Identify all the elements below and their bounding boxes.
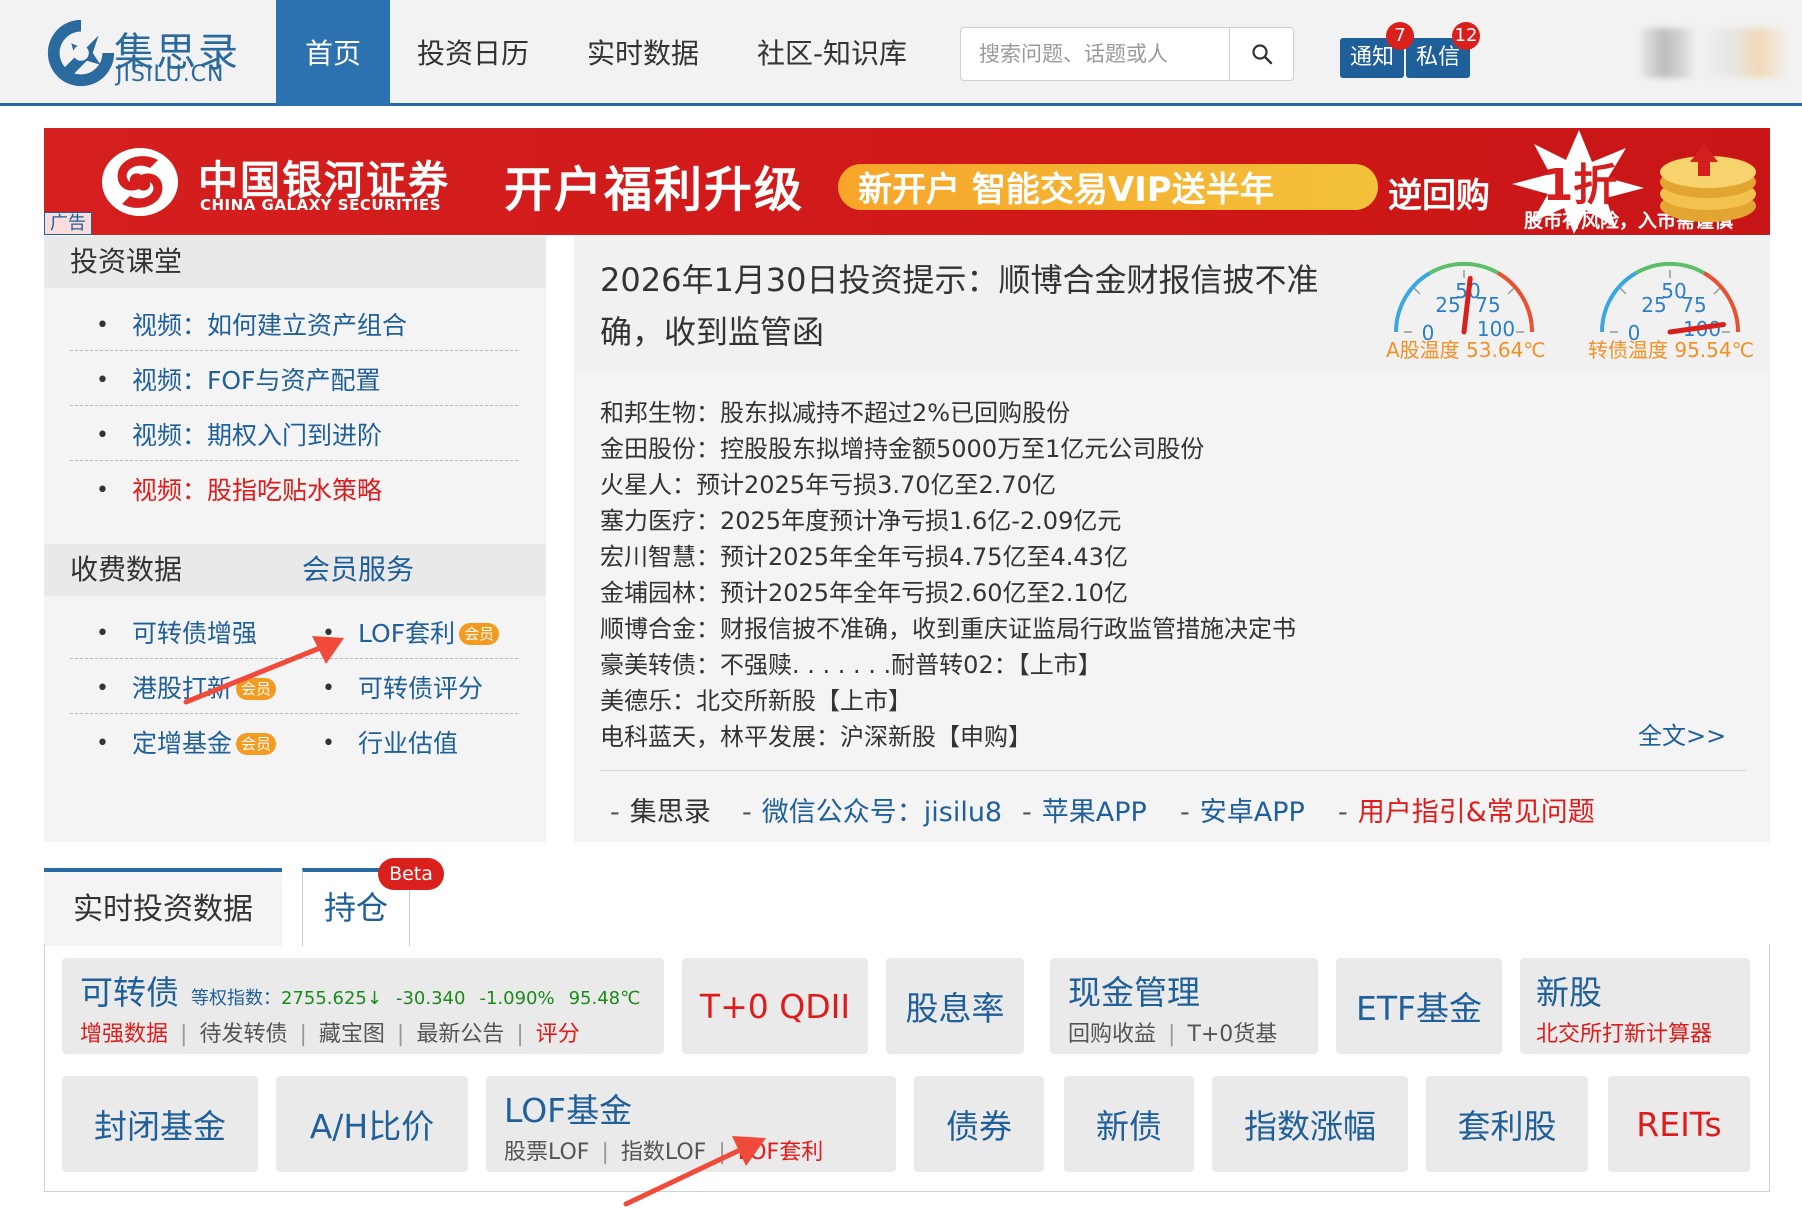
tip-title[interactable]: 2026年1月30日投资提示：顺博合金财报信披不准确，收到监管函 <box>600 254 1360 358</box>
jisilu-logo-icon[interactable] <box>42 14 120 92</box>
nav-home[interactable]: 首页 <box>276 0 390 106</box>
tile-bond[interactable]: 债券 <box>914 1076 1044 1172</box>
footer-link-jisilu[interactable]: - 集思录 <box>610 790 711 829</box>
fee-item-industry-valuation[interactable]: 行业估值 <box>322 714 458 774</box>
news-line[interactable]: 火星人：预计2025年亏损3.70亿至2.70亿 <box>600 465 1056 500</box>
search-button[interactable] <box>1229 28 1293 80</box>
annotation-arrow-icon <box>623 1136 766 1207</box>
lof-link-stock[interactable]: 股票LOF <box>504 1140 589 1165</box>
message-count-badge: 12 <box>1452 22 1480 50</box>
footer-link-wechat[interactable]: - 微信公众号：jisilu8 <box>742 790 1002 829</box>
nav-community-kb[interactable]: 社区-知识库 <box>744 0 920 106</box>
tile-new-bond[interactable]: 新债 <box>1064 1076 1194 1172</box>
tile-arbitrage-stock[interactable]: 套利股 <box>1426 1076 1588 1172</box>
annotation-arrow-icon <box>183 636 344 705</box>
tip-divider <box>600 770 1746 771</box>
cb-temperature-label[interactable]: 转债温度 95.54℃ <box>1588 334 1754 363</box>
banner-brand-en: CHINA GALAXY SECURITIES <box>200 196 441 214</box>
search-input[interactable] <box>961 28 1229 80</box>
left-sidebar: 投资课堂 视频：如何建立资产组合 视频：FOF与资产配置 视频：期权入门到进阶 … <box>44 236 546 842</box>
course-item[interactable]: 视频：FOF与资产配置 <box>70 351 518 411</box>
footer-link-ios-app[interactable]: - 苹果APP <box>1022 790 1147 829</box>
nav-investment-calendar[interactable]: 投资日历 <box>400 0 546 106</box>
tile-etf-fund[interactable]: ETF基金 <box>1336 958 1502 1054</box>
lof-title[interactable]: LOF基金 <box>504 1084 632 1132</box>
a-share-temperature-label[interactable]: A股温度 53.64℃ <box>1386 334 1546 363</box>
cb-index-value: 2755.625↓ <box>281 988 382 1009</box>
course-item[interactable]: 视频：股指吃贴水策略 <box>70 461 518 521</box>
galaxy-securities-logo-icon <box>102 148 178 216</box>
banner-slogan: 开户福利升级 <box>504 162 805 218</box>
cb-title[interactable]: 可转债 <box>80 973 179 1012</box>
gauge-tick: 75 <box>1681 293 1706 317</box>
tile-dividend-yield[interactable]: 股息率 <box>886 958 1024 1054</box>
tab-realtime-data[interactable]: 实时投资数据 <box>44 868 282 946</box>
banner-pill-text: 新开户 智能交易VIP送半年 <box>858 170 1274 210</box>
search-box <box>960 27 1294 81</box>
cb-link-enhanced[interactable]: 增强数据 <box>80 1022 168 1047</box>
course-item[interactable]: 视频：期权入门到进阶 <box>70 406 518 466</box>
cb-index-label: 等权指数： <box>191 988 281 1009</box>
banner-repo-text: 逆回购 <box>1388 176 1490 216</box>
cb-index-change: -30.340 <box>395 988 466 1009</box>
tile-index-change[interactable]: 指数涨幅 <box>1212 1076 1408 1172</box>
cash-link-repo[interactable]: 回购收益 <box>1068 1022 1156 1047</box>
user-avatar[interactable] <box>1640 28 1790 78</box>
ipo-bse-calculator[interactable]: 北交所打新计算器 <box>1536 1016 1712 1048</box>
tile-cash-management[interactable]: 现金管理 回购收益 | T+0货基 <box>1050 958 1318 1054</box>
tile-convertible-bond[interactable]: 可转债 等权指数：2755.625↓ -30.340 -1.090% 95.48℃ 增强… <box>62 958 664 1054</box>
tile-reits[interactable]: REITs <box>1608 1076 1750 1172</box>
news-line[interactable]: 金埔园林：预计2025年全年亏损2.60亿至2.10亿 <box>600 573 1128 608</box>
news-line[interactable]: 美德乐：北交所新股【上市】 <box>600 681 912 716</box>
ad-tag: 广告 <box>44 212 92 235</box>
tile-new-stock[interactable]: 新股 北交所打新计算器 <box>1520 958 1750 1054</box>
member-service-link[interactable]: 会员服务 <box>302 544 414 596</box>
cb-temperature: 95.48℃ <box>568 988 641 1009</box>
fee-data-section-title: 收费数据 <box>44 544 546 596</box>
ipo-title[interactable]: 新股 <box>1536 966 1602 1014</box>
cb-link-announcements[interactable]: 最新公告 <box>416 1022 504 1047</box>
a-share-temperature-gauge[interactable]: 0 25 50 75 100 <box>1384 248 1544 344</box>
news-line[interactable]: 电科蓝天，林平发展：沪深新股【申购】 <box>600 717 1032 752</box>
cb-link-rating[interactable]: 评分 <box>536 1022 580 1047</box>
tile-closed-fund[interactable]: 封闭基金 <box>62 1076 258 1172</box>
gold-coins-icon <box>1660 144 1756 222</box>
course-section-title: 投资课堂 <box>44 236 546 288</box>
vip-badge: 会员 <box>459 623 500 645</box>
ad-banner[interactable]: 中国银河证券 CHINA GALAXY SECURITIES 开户福利升级 新开… <box>44 128 1770 235</box>
cb-temperature-gauge[interactable]: 0 25 50 75 100 <box>1590 248 1750 344</box>
footer-link-user-guide[interactable]: - 用户指引&常见问题 <box>1338 790 1595 829</box>
full-text-link[interactable]: 全文>> <box>1638 716 1726 751</box>
gauge-tick: 75 <box>1475 293 1500 317</box>
fee-item-private-placement-fund[interactable]: 定增基金会员 <box>96 714 277 774</box>
news-line[interactable]: 和邦生物：股东拟减持不超过2%已回购股份 <box>600 393 1070 428</box>
news-line[interactable]: 豪美转债：不强赎. . . . . . .耐普转02：【上市】 <box>600 645 1102 680</box>
cb-link-treasure-map[interactable]: 藏宝图 <box>319 1022 385 1047</box>
news-line[interactable]: 塞力医疗：2025年度预计净亏损1.6亿-2.09亿元 <box>600 501 1121 536</box>
search-icon <box>1251 44 1272 65</box>
vip-badge: 会员 <box>236 733 277 755</box>
news-line[interactable]: 顺博合金：财报信披不准确，收到重庆证监局行政监管措施决定书 <box>600 609 1296 644</box>
cash-link-money-fund[interactable]: T+0货基 <box>1187 1022 1277 1047</box>
fee-row: 定增基金会员 行业估值 <box>70 714 518 774</box>
course-item[interactable]: 视频：如何建立资产组合 <box>70 296 518 356</box>
notice-count-badge: 7 <box>1386 22 1414 50</box>
logo-text-en[interactable]: JISILU.CN <box>116 62 225 87</box>
cb-index-change-pct: -1.090% <box>479 988 555 1009</box>
tile-ah-ratio[interactable]: A/H比价 <box>276 1076 468 1172</box>
news-line[interactable]: 金田股份：控股股东拟增持金额5000万至1亿元公司股份 <box>600 429 1204 464</box>
nav-realtime-data[interactable]: 实时数据 <box>570 0 716 106</box>
cash-title[interactable]: 现金管理 <box>1068 966 1200 1014</box>
tile-t0-qdii[interactable]: T+0 QDII <box>682 958 868 1054</box>
cb-link-pending[interactable]: 待发转债 <box>199 1022 287 1047</box>
banner-discount-text: 1折 <box>1543 160 1618 211</box>
beta-badge: Beta <box>378 858 444 890</box>
footer-link-android-app[interactable]: - 安卓APP <box>1180 790 1305 829</box>
news-line[interactable]: 宏川智慧：预计2025年全年亏损4.75亿至4.43亿 <box>600 537 1128 572</box>
